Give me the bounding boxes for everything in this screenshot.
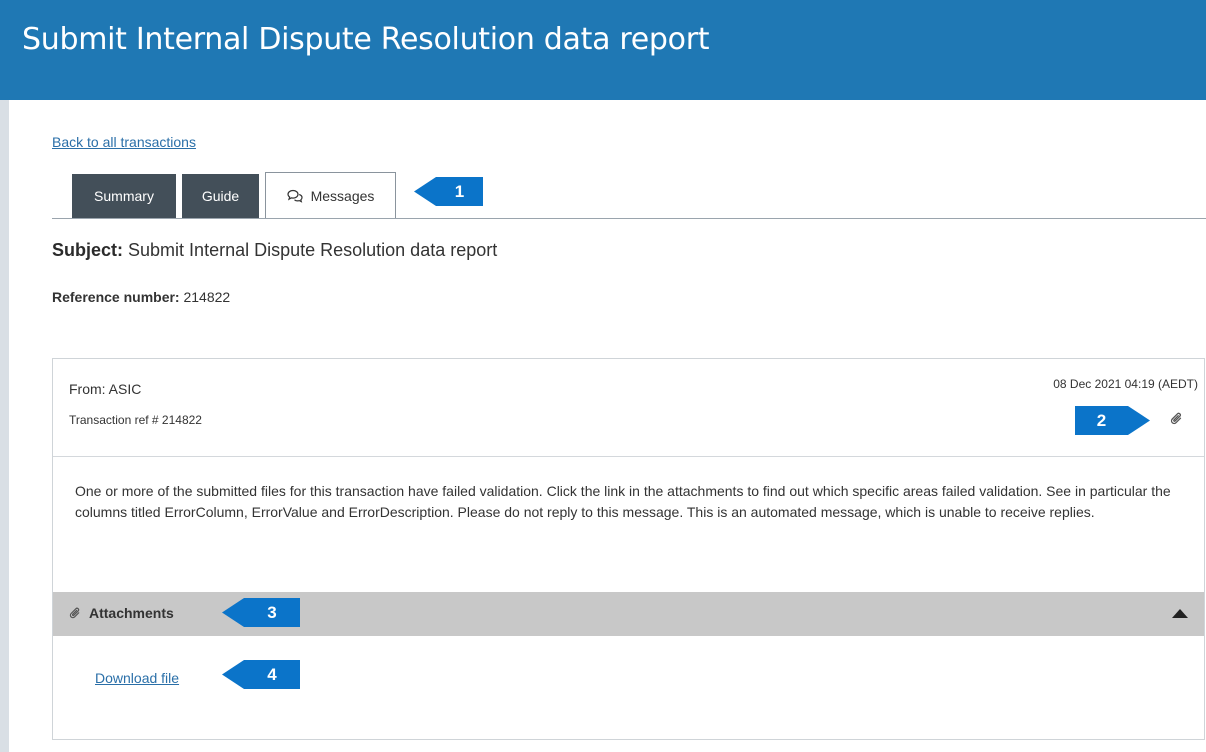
subject-label: Subject: [52,240,124,260]
tab-guide-label: Guide [201,188,240,204]
tab-messages-label: Messages [310,187,375,204]
reference-value: 214822 [183,289,231,305]
tab-messages[interactable]: Messages [265,172,396,219]
page-header: Submit Internal Dispute Resolution data … [0,0,1206,100]
tab-guide[interactable]: Guide [182,174,259,218]
subject-value: Submit Internal Dispute Resolution data … [128,240,498,260]
message-body: One or more of the submitted files for t… [75,483,1171,520]
message-sender: From: ASIC [69,381,142,397]
tabs-divider [52,218,1206,219]
subject-line: Subject: Submit Internal Dispute Resolut… [52,240,497,261]
callout-2-label: 2 [1096,410,1107,430]
reference-number: Reference number: 214822 [52,289,230,305]
message-card: From: ASIC Transaction ref # 214822 08 D… [52,358,1205,740]
callout-4-label: 4 [267,664,277,684]
transaction-ref: Transaction ref # 214822 [69,413,202,427]
reference-label: Reference number: [52,289,180,305]
message-datetime: 08 Dec 2021 04:19 (AEDT) [1053,377,1198,391]
attachments-title: Attachments [69,605,174,621]
callout-3-label: 3 [267,602,277,622]
callout-1: 1 [414,177,483,206]
left-rail [0,100,9,752]
page-title: Submit Internal Dispute Resolution data … [22,22,710,57]
message-header: From: ASIC Transaction ref # 214822 08 D… [53,359,1204,457]
back-to-transactions-link[interactable]: Back to all transactions [52,134,196,150]
tab-summary[interactable]: Summary [72,174,176,218]
paperclip-icon[interactable] [1170,411,1184,427]
chat-bubbles-icon [286,189,303,203]
download-file-link[interactable]: Download file [95,670,179,686]
tab-summary-label: Summary [94,188,154,204]
paperclip-icon [69,606,82,621]
caret-up-icon[interactable] [1172,609,1188,618]
attachments-label: Attachments [89,605,174,621]
callout-1-label: 1 [454,181,465,201]
